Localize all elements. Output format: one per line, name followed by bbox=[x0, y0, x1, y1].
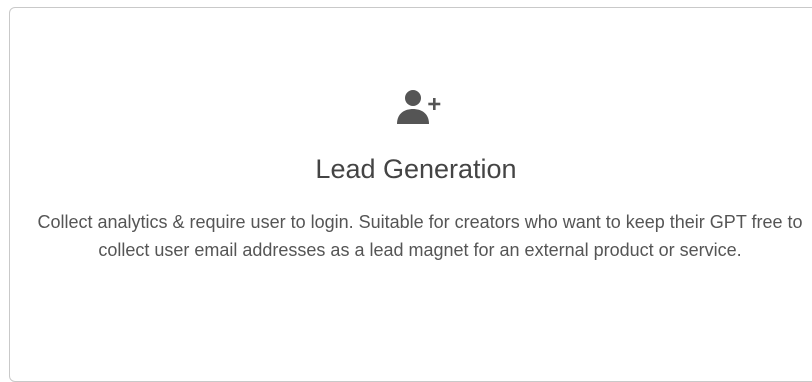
card-title: Lead Generation bbox=[315, 154, 517, 184]
user-plus-icon bbox=[391, 86, 447, 130]
lead-generation-card[interactable]: Lead Generation Collect analytics & requ… bbox=[9, 7, 812, 382]
card-description: Collect analytics & require user to logi… bbox=[37, 212, 803, 260]
